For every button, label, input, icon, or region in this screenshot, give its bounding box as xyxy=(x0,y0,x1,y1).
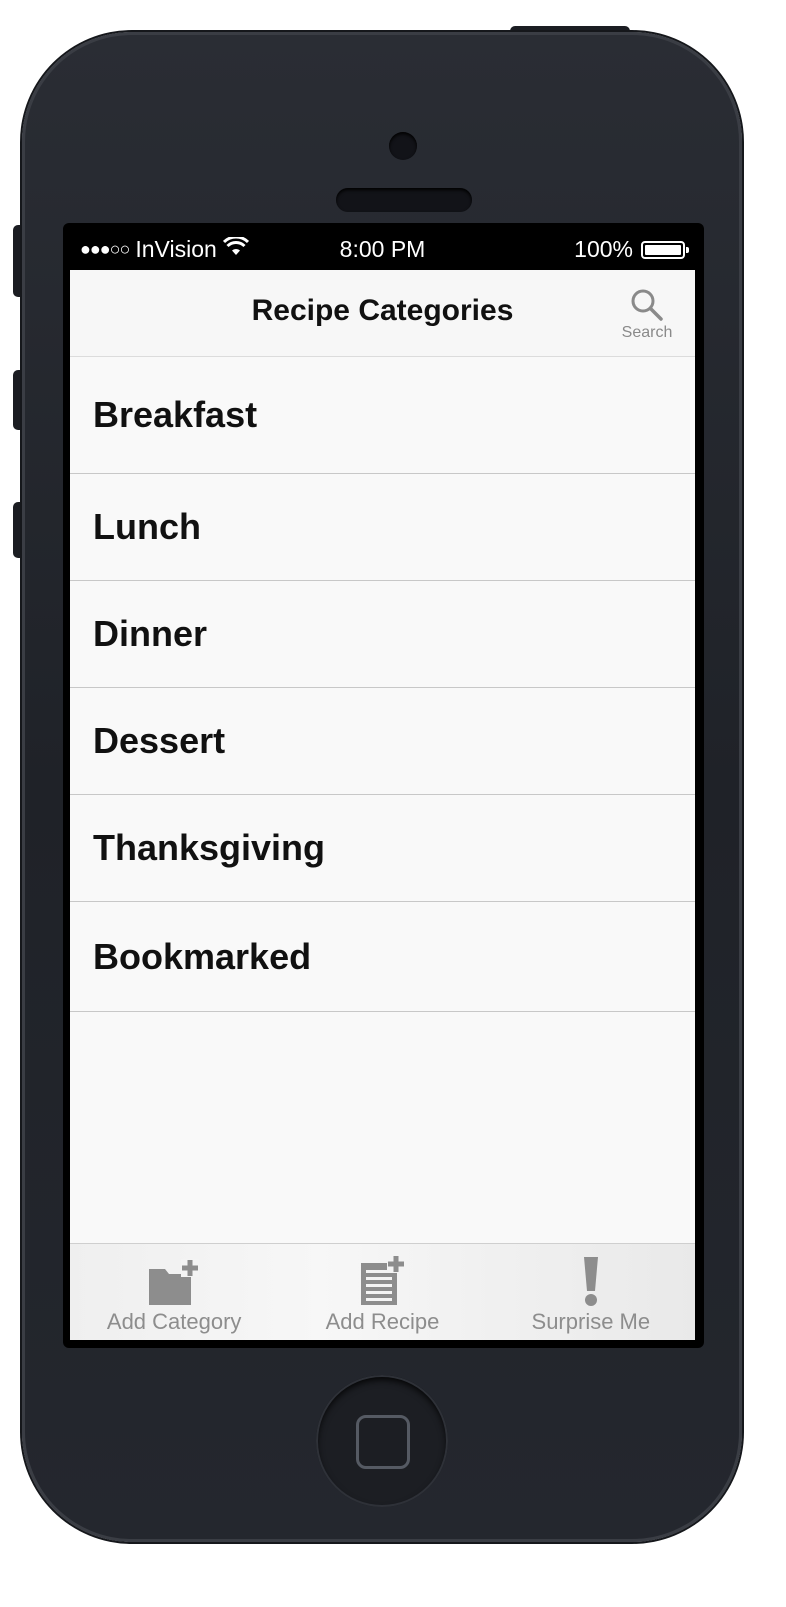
navigation-bar: Recipe Categories Search xyxy=(70,270,695,357)
category-list: Breakfast Lunch Dinner Dessert Thanksgiv… xyxy=(70,357,695,1012)
tab-label: Add Category xyxy=(106,1309,242,1334)
tab-add-category[interactable]: Add Category xyxy=(70,1244,278,1340)
status-bar: ●●●○○ InVision 8:00 PM 100% xyxy=(70,228,695,270)
search-icon xyxy=(619,288,675,322)
tab-label: Surprise Me xyxy=(531,1309,651,1334)
category-label: Bookmarked xyxy=(93,935,312,977)
battery-percent: 100% xyxy=(574,236,633,262)
category-row-thanksgiving[interactable]: Thanksgiving xyxy=(70,795,695,902)
search-button[interactable]: Search xyxy=(619,288,675,342)
category-label: Dinner xyxy=(93,613,208,654)
tab-label: Add Recipe xyxy=(325,1309,440,1334)
category-row-breakfast[interactable]: Breakfast xyxy=(70,357,695,474)
folder-add-icon xyxy=(147,1259,201,1307)
category-row-dessert[interactable]: Dessert xyxy=(70,688,695,795)
category-row-bookmarked[interactable]: Bookmarked xyxy=(70,902,695,1012)
home-button[interactable] xyxy=(316,1375,448,1507)
category-label: Lunch xyxy=(93,506,201,547)
home-square-icon xyxy=(356,1415,410,1469)
front-camera xyxy=(389,132,417,160)
earpiece-speaker xyxy=(336,188,472,212)
tab-add-recipe[interactable]: Add Recipe xyxy=(278,1244,486,1340)
document-add-icon xyxy=(355,1255,409,1307)
tab-bar: Add Category Add Recipe Surprise Me xyxy=(70,1243,695,1340)
search-label: Search xyxy=(621,324,673,341)
battery-icon xyxy=(641,240,689,259)
tab-surprise-me[interactable]: Surprise Me xyxy=(487,1244,695,1340)
page-title: Recipe Categories xyxy=(251,294,514,327)
category-label: Breakfast xyxy=(93,394,258,435)
app-screen: ●●●○○ InVision 8:00 PM 100% Recipe Categ… xyxy=(70,228,695,1340)
status-right: 100% xyxy=(574,236,689,263)
category-row-dinner[interactable]: Dinner xyxy=(70,581,695,688)
category-row-lunch[interactable]: Lunch xyxy=(70,474,695,581)
exclamation-icon xyxy=(576,1255,606,1307)
category-label: Thanksgiving xyxy=(93,827,326,868)
category-label: Dessert xyxy=(93,720,226,761)
